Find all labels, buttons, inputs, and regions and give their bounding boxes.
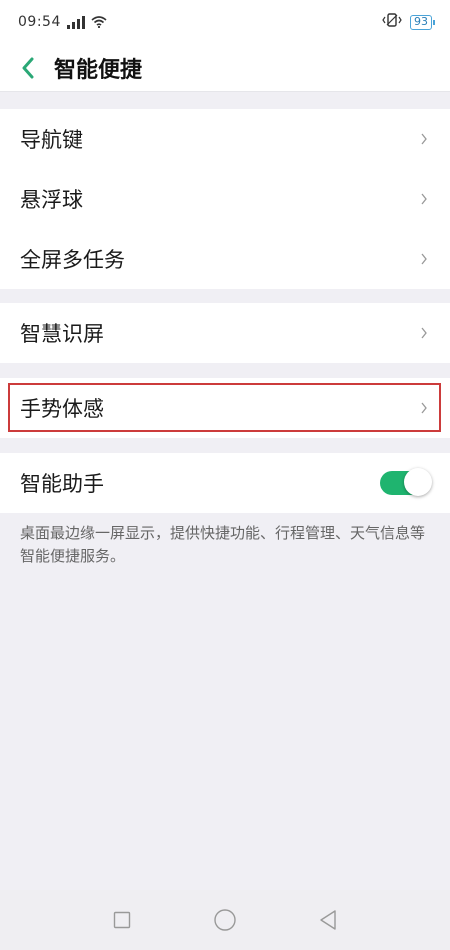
chevron-right-icon: [420, 191, 430, 207]
setting-item-label: 智慧识屏: [20, 322, 104, 346]
setting-item-label: 全屏多任务: [20, 248, 125, 272]
setting-item-label: 导航键: [20, 128, 83, 152]
settings-group-screen-recognition: 智慧识屏: [0, 303, 450, 363]
signal-icon: [66, 15, 85, 29]
chevron-right-icon: [420, 400, 430, 416]
wifi-icon: [91, 16, 107, 29]
setting-item-floating-ball[interactable]: 悬浮球: [0, 169, 450, 229]
page-title: 智能便捷: [54, 57, 143, 83]
chevron-left-icon[interactable]: [16, 56, 40, 80]
setting-item-label: 智能助手: [20, 472, 104, 496]
chevron-right-icon: [420, 325, 430, 341]
setting-item-label: 悬浮球: [20, 188, 83, 212]
recent-apps-icon[interactable]: [107, 905, 137, 935]
setting-item-label: 手势体感: [20, 397, 104, 421]
chevron-right-icon: [420, 131, 430, 147]
home-icon[interactable]: [210, 905, 240, 935]
setting-item-gestures-motion[interactable]: 手势体感: [0, 378, 450, 438]
vibrate-icon: [382, 13, 402, 31]
status-time: 09:54: [18, 14, 61, 30]
battery-icon: 93: [410, 14, 435, 30]
setting-item-fullscreen-multitask[interactable]: 全屏多任务: [0, 229, 450, 289]
chevron-right-icon: [420, 251, 430, 267]
system-nav-bar: [0, 890, 450, 950]
setting-item-smart-assistant: 智能助手: [0, 453, 450, 513]
status-bar: 09:54 93: [0, 0, 450, 44]
assistant-description: 桌面最边缘一屏显示，提供快捷功能、行程管理、天气信息等智能便捷服务。: [20, 524, 426, 565]
setting-item-smart-screen-recognition[interactable]: 智慧识屏: [0, 303, 450, 363]
toggle-knob: [404, 468, 432, 496]
page-header: 智能便捷: [0, 44, 450, 92]
setting-item-nav-keys[interactable]: 导航键: [0, 109, 450, 169]
smart-assistant-toggle[interactable]: [380, 468, 432, 496]
settings-group-navigation: 导航键 悬浮球 全屏多任务: [0, 109, 450, 289]
settings-group-gestures: 手势体感: [0, 378, 450, 438]
back-icon[interactable]: [313, 905, 343, 935]
settings-group-assistant: 智能助手: [0, 453, 450, 513]
